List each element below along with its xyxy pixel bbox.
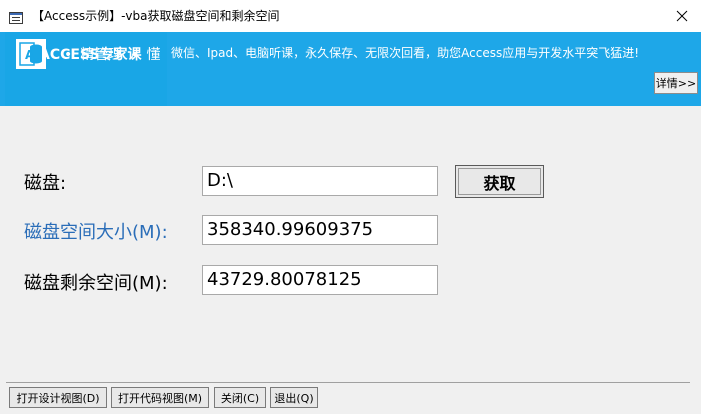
title-bar: 【Access示例】-vba获取磁盘空间和剩余空间 xyxy=(0,0,701,32)
close-window-button[interactable] xyxy=(663,0,701,32)
app-window: 【Access示例】-vba获取磁盘空间和剩余空间 ACCESS专家课 A • 精… xyxy=(0,0,701,414)
details-button[interactable]: 详情>> xyxy=(654,72,698,94)
window-title: 【Access示例】-vba获取磁盘空间和剩余空间 xyxy=(32,9,280,23)
disk-size-label: 磁盘空间大小(M): xyxy=(24,222,168,243)
access-logo-icon: A xyxy=(16,39,46,69)
banner-marquee-text: 微信、Ipad、电脑听课，永久保存、无限次回看，助您Access应用与开发水平突… xyxy=(171,46,640,60)
disk-size-field[interactable]: 358340.99609375 xyxy=(202,215,438,245)
close-button[interactable]: 关闭(C) xyxy=(214,387,266,408)
banner-menu-item[interactable]: 懂 xyxy=(147,47,161,63)
banner-menu: • 精管理 • 懂 xyxy=(64,47,161,63)
open-design-view-button[interactable]: 打开设计视图(D) xyxy=(9,387,107,408)
disk-label: 磁盘: xyxy=(24,173,67,194)
banner-menu-item[interactable]: 精管理 xyxy=(80,47,122,63)
banner-logo-area xyxy=(5,66,167,106)
get-button[interactable]: 获取 xyxy=(455,165,544,198)
exit-button[interactable]: 退出(Q) xyxy=(270,387,318,408)
svg-text:A: A xyxy=(25,48,35,62)
disk-free-label: 磁盘剩余空间(M): xyxy=(24,273,168,294)
form-icon xyxy=(9,9,23,24)
get-button-label: 获取 xyxy=(483,173,516,193)
disk-free-field[interactable]: 43729.80078125 xyxy=(202,265,438,295)
disk-input[interactable]: D:\ xyxy=(202,166,438,196)
close-icon xyxy=(676,10,688,22)
footer-divider xyxy=(6,382,690,383)
open-code-view-button[interactable]: 打开代码视图(M) xyxy=(111,387,209,408)
